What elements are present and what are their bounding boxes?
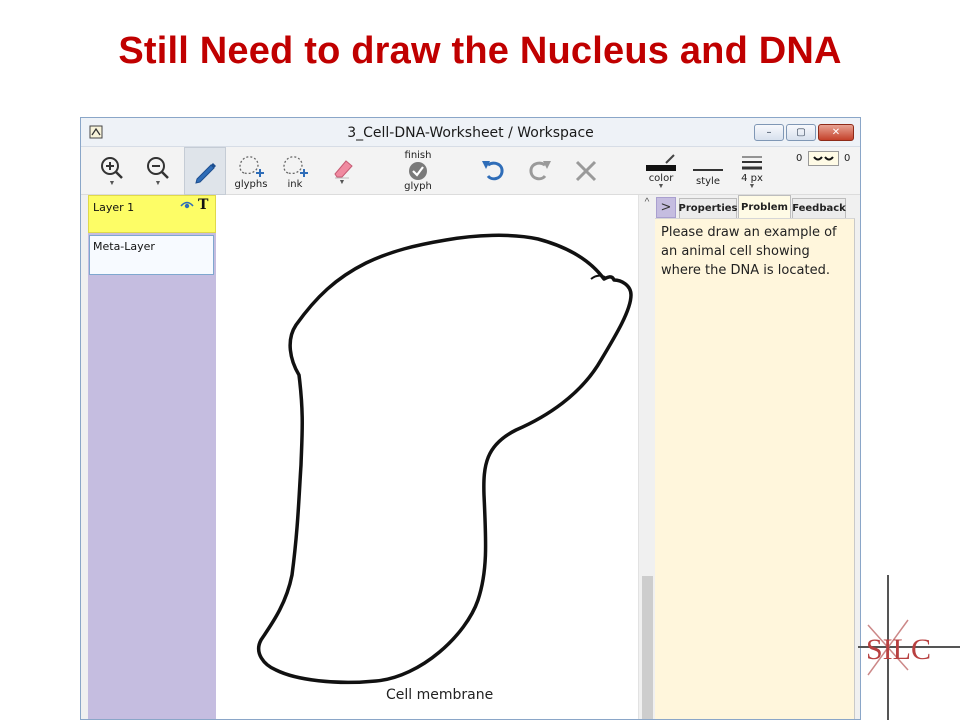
glyph-add-icon [239,155,264,177]
right-panel: > Properties Problem Feedback Please dra… [655,195,860,719]
layer-item-layer-1[interactable]: Layer 1 T [88,195,216,233]
tab-problem[interactable]: Problem [738,195,791,218]
chevron-right-icon: > [660,200,672,215]
close-icon [575,160,597,182]
pen-tool-button[interactable] [184,147,226,195]
title-bar: 3_Cell-DNA-Worksheet / Workspace – ▢ ✕ [81,118,860,147]
chevron-down-icon: ▼ [154,180,162,187]
redo-button[interactable] [523,147,557,195]
canvas-caption: Cell membrane [386,687,494,703]
scroll-thumb[interactable] [642,576,653,719]
slider-max-label: 0 [844,153,851,164]
finish-label: finish [404,150,432,161]
collapse-panel-button[interactable]: > [656,197,676,218]
minimize-button[interactable]: – [754,124,784,141]
eraser-button[interactable]: ▼ [325,147,359,195]
glyph-label: glyph [404,181,432,192]
problem-text: Please draw an example of an animal cell… [661,225,837,278]
style-button[interactable]: style [688,147,728,195]
chevron-down-icon: ▼ [108,180,116,187]
zoom-out-button[interactable]: ▼ [141,147,175,195]
eraser-icon [334,160,353,179]
window-title: 3_Cell-DNA-Worksheet / Workspace [347,125,594,141]
chevron-down-icon: ▼ [748,182,756,190]
color-swatch-icon [646,153,676,171]
glyphs-label: glyphs [234,178,268,190]
smile-icon [813,156,834,161]
problem-pane: Please draw an example of an animal cell… [655,218,855,719]
line-width-icon [742,156,762,169]
smoothing-slider[interactable] [808,151,839,166]
layers-panel: Layer 1 T Meta-Layer [88,195,216,719]
cancel-button[interactable] [569,147,603,195]
layer-item-meta-layer[interactable]: Meta-Layer [89,235,214,275]
chevron-down-icon: ▼ [338,179,346,186]
layer-label: Layer 1 [93,201,135,214]
text-layer-icon[interactable]: T [198,197,208,213]
ink-label: ink [287,178,303,190]
slider-min-label: 0 [796,153,803,164]
close-button[interactable]: ✕ [818,124,854,141]
color-label: color [648,172,674,184]
ink-button[interactable]: ink [278,147,312,195]
redo-icon [529,161,551,181]
layer-label: Meta-Layer [93,240,155,253]
width-label: 4 px [741,172,763,184]
glyphs-button[interactable]: glyphs [233,147,269,195]
svg-text:SILC: SILC [866,633,931,666]
toolbar: ▼ ▼ glyphs ink ▼ finish glyph color ▼ st… [81,147,860,195]
line-width-button[interactable]: 4 px ▼ [734,147,770,195]
drawing-canvas[interactable]: Cell membrane [216,195,638,719]
undo-button[interactable] [476,147,510,195]
cell-membrane-drawing [256,233,633,685]
ink-add-icon [283,155,308,177]
zoom-in-icon [101,157,123,179]
tab-feedback[interactable]: Feedback [792,198,846,218]
app-window: 3_Cell-DNA-Worksheet / Workspace – ▢ ✕ ▼… [80,117,861,720]
line-style-icon [693,168,723,171]
tab-properties[interactable]: Properties [679,198,737,218]
style-label: style [696,175,720,187]
color-button[interactable]: color ▼ [641,147,681,195]
pen-icon [195,163,216,184]
zoom-in-button[interactable]: ▼ [95,147,129,195]
chevron-down-icon: ▼ [657,182,665,190]
canvas-scrollbar[interactable]: ^ [638,195,655,719]
slide-title: Still Need to draw the Nucleus and DNA [118,30,842,72]
undo-icon [482,161,504,181]
finish-glyph-button[interactable]: finish glyph [398,147,438,195]
silc-logo: SILC [858,575,960,720]
chevron-up-icon[interactable]: ^ [641,197,653,209]
checkmark-icon [409,162,427,180]
eye-icon[interactable] [180,200,194,210]
zoom-out-icon [147,157,169,179]
maximize-button[interactable]: ▢ [786,124,816,141]
